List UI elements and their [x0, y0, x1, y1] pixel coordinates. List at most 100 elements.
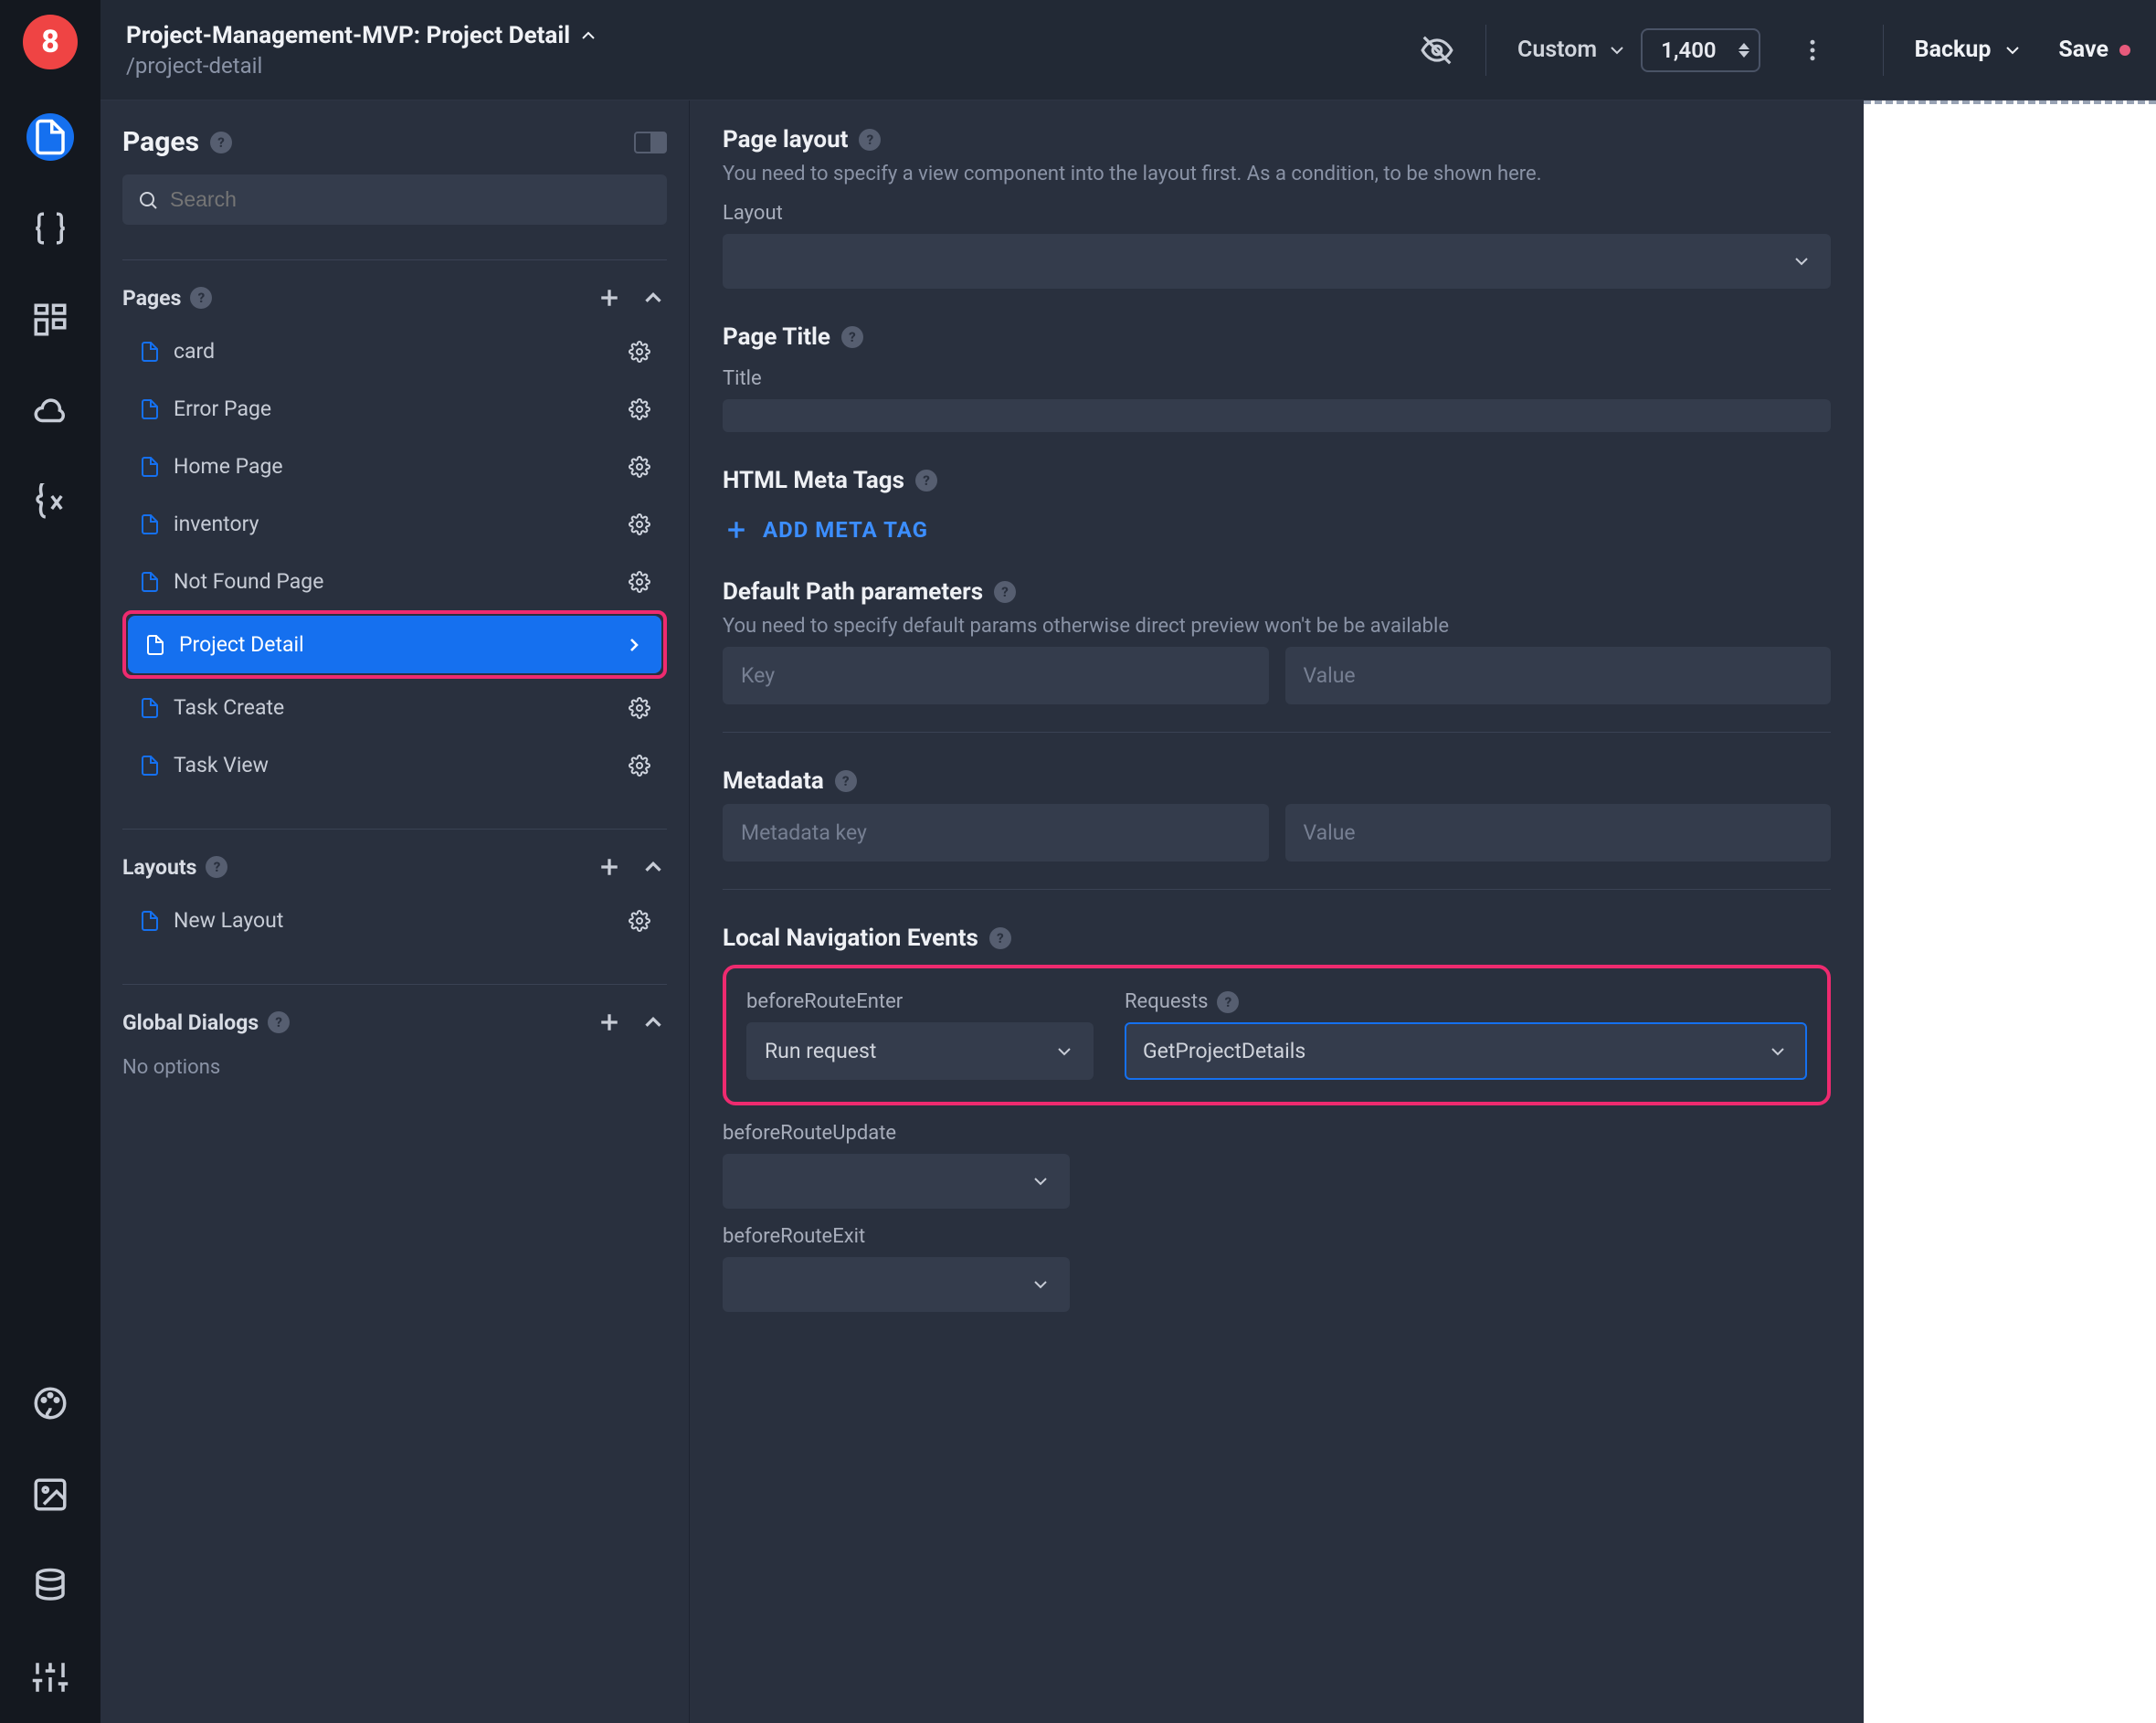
page-item[interactable]: Project Detail	[128, 616, 661, 673]
before-update-select[interactable]	[723, 1154, 1070, 1209]
title-input[interactable]	[723, 399, 1831, 432]
page-item[interactable]: inventory	[122, 495, 667, 553]
nav-components-icon[interactable]	[26, 296, 74, 344]
page-icon	[139, 571, 161, 593]
project-title[interactable]: Project-Management-MVP: Project Detail	[126, 22, 599, 49]
help-icon[interactable]: ?	[210, 132, 232, 153]
help-icon[interactable]: ?	[268, 1011, 290, 1033]
nav-function-icon[interactable]	[26, 479, 74, 526]
nav-settings-icon[interactable]	[26, 1654, 74, 1701]
nav-data-icon[interactable]	[26, 1562, 74, 1610]
help-icon[interactable]: ?	[989, 927, 1011, 949]
page-layout-title: Page layout	[723, 126, 848, 153]
help-icon[interactable]: ?	[835, 770, 857, 792]
page-icon	[144, 634, 166, 656]
page-item[interactable]: Task View	[122, 736, 667, 794]
collapse-section-icon[interactable]	[639, 1009, 667, 1036]
page-item[interactable]: Home Page	[122, 438, 667, 495]
page-item-label: Not Found Page	[174, 569, 323, 594]
zoom-value: 1,400	[1652, 37, 1725, 63]
more-menu-icon[interactable]	[1799, 37, 1826, 64]
chevron-down-icon	[1030, 1274, 1052, 1295]
add-layout-icon[interactable]	[596, 853, 623, 881]
chevron-up-icon	[577, 25, 599, 47]
page-title-heading: Page Title	[723, 323, 830, 351]
gear-icon[interactable]	[629, 571, 650, 593]
page-item[interactable]: card	[122, 322, 667, 380]
before-enter-select[interactable]: Run request	[746, 1022, 1094, 1080]
gear-icon[interactable]	[629, 755, 650, 777]
unsaved-dot-icon	[2119, 45, 2130, 56]
add-meta-tag-button[interactable]: ADD META TAG	[723, 516, 1831, 544]
nav-assets-icon[interactable]	[26, 1471, 74, 1518]
pages-panel: Pages ? Pages ? cardError PageHome	[100, 100, 690, 1723]
zoom-mode-select[interactable]: Custom	[1517, 37, 1628, 63]
metadata-value-input[interactable]: Value	[1285, 804, 1832, 862]
help-icon[interactable]: ?	[994, 581, 1016, 603]
gear-icon[interactable]	[629, 398, 650, 420]
nav-rail: 8	[0, 0, 100, 1723]
chevron-down-icon	[1606, 39, 1628, 61]
collapse-section-icon[interactable]	[639, 284, 667, 312]
pages-section-label: Pages	[122, 286, 181, 311]
page-item-label: card	[174, 339, 215, 364]
project-path: /project-detail	[126, 53, 599, 79]
collapse-section-icon[interactable]	[639, 853, 667, 881]
meta-tags-title: HTML Meta Tags	[723, 467, 904, 494]
topbar: Project-Management-MVP: Project Detail /…	[100, 0, 2156, 100]
nav-theme-icon[interactable]	[26, 1379, 74, 1427]
before-update-label: beforeRouteUpdate	[723, 1122, 1831, 1145]
path-params-desc: You need to specify default params other…	[723, 615, 1831, 638]
help-icon[interactable]: ?	[915, 470, 937, 492]
path-key-input[interactable]: Key	[723, 647, 1269, 704]
before-exit-select[interactable]	[723, 1257, 1070, 1312]
layout-item-label: New Layout	[174, 908, 283, 933]
nav-cloud-icon[interactable]	[26, 387, 74, 435]
requests-label: Requests ?	[1125, 990, 1807, 1013]
canvas[interactable]	[1864, 100, 2156, 1723]
panel-toggle-icon[interactable]	[634, 132, 667, 153]
zoom-stepper[interactable]: 1,400	[1641, 28, 1760, 72]
metadata-key-input[interactable]: Metadata key	[723, 804, 1269, 862]
zoom-up-icon[interactable]	[1739, 43, 1749, 49]
backup-button[interactable]: Backup	[1915, 37, 2024, 63]
help-icon[interactable]: ?	[190, 287, 212, 309]
pages-panel-title: Pages	[122, 126, 199, 158]
help-icon[interactable]: ?	[1217, 991, 1239, 1013]
gear-icon[interactable]	[629, 456, 650, 478]
gear-icon[interactable]	[629, 341, 650, 363]
page-item[interactable]: Task Create	[122, 679, 667, 736]
layouts-section-label: Layouts	[122, 855, 196, 880]
page-layout-desc: You need to specify a view component int…	[723, 163, 1831, 185]
nav-pages-icon[interactable]	[26, 113, 74, 161]
nav-braces-icon[interactable]	[26, 205, 74, 252]
save-button[interactable]: Save	[2058, 37, 2130, 63]
help-icon[interactable]: ?	[206, 856, 227, 878]
page-item[interactable]: Error Page	[122, 380, 667, 438]
path-value-input[interactable]: Value	[1285, 647, 1832, 704]
add-page-icon[interactable]	[596, 284, 623, 312]
requests-select[interactable]: GetProjectDetails	[1125, 1022, 1807, 1080]
gear-icon[interactable]	[629, 697, 650, 719]
visibility-off-icon[interactable]	[1420, 33, 1454, 68]
path-params-title: Default Path parameters	[723, 578, 983, 606]
page-icon	[139, 456, 161, 478]
page-item-label: Task View	[174, 753, 269, 777]
page-icon	[139, 513, 161, 535]
page-item[interactable]: Not Found Page	[122, 553, 667, 610]
search-input[interactable]	[122, 174, 667, 225]
add-dialog-icon[interactable]	[596, 1009, 623, 1036]
gear-icon[interactable]	[629, 910, 650, 932]
page-icon	[139, 398, 161, 420]
page-item-label: Error Page	[174, 396, 271, 421]
layout-select[interactable]	[723, 234, 1831, 289]
chevron-down-icon	[1030, 1170, 1052, 1192]
zoom-down-icon[interactable]	[1739, 51, 1749, 58]
gear-icon[interactable]	[629, 513, 650, 535]
help-icon[interactable]: ?	[841, 326, 863, 348]
layout-item[interactable]: New Layout	[122, 892, 667, 949]
dialogs-section-label: Global Dialogs	[122, 1010, 259, 1035]
help-icon[interactable]: ?	[859, 129, 881, 151]
page-item-label: Home Page	[174, 454, 283, 479]
plus-icon	[723, 516, 750, 544]
